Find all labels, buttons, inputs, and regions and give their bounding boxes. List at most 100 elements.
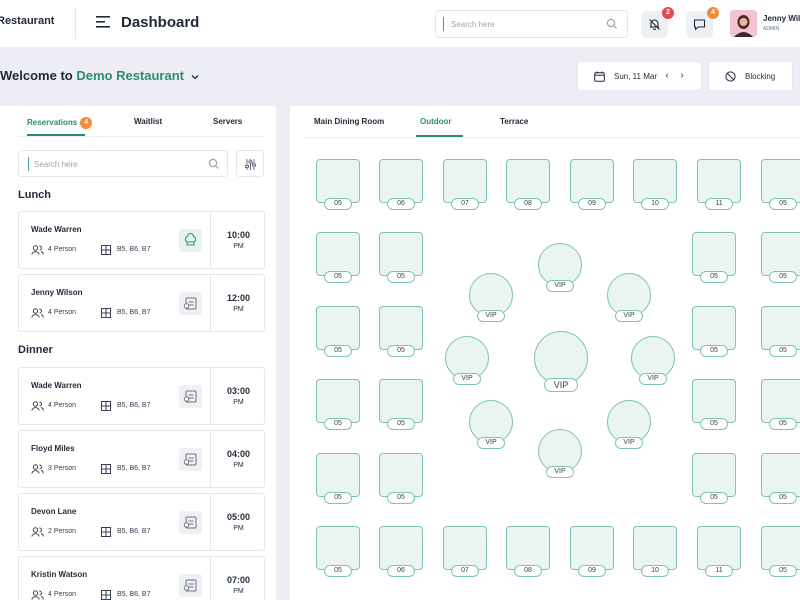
- table-square[interactable]: [379, 453, 423, 497]
- table-number: 05: [324, 418, 352, 430]
- table-number: 10: [641, 565, 669, 577]
- user-name[interactable]: Jenny Wil: [763, 14, 800, 23]
- table-number: 07: [451, 198, 479, 210]
- chevron-right-icon[interactable]: ›: [675, 69, 689, 83]
- table-number: 11: [705, 198, 733, 210]
- vip-label: VIP: [546, 466, 574, 478]
- chevron-down-icon[interactable]: [191, 73, 199, 81]
- user-avatar-icon: [730, 10, 757, 37]
- tab-waitlist[interactable]: Waitlist: [134, 117, 162, 126]
- reservation-ampm: PM: [233, 243, 244, 250]
- tab-reservations-label: Reservations: [27, 118, 78, 128]
- table-square[interactable]: [761, 159, 800, 203]
- table-number: 05: [700, 492, 728, 504]
- table-number: 05: [769, 271, 797, 283]
- table-square[interactable]: [316, 379, 360, 423]
- tab-main-dining-room[interactable]: Main Dining Room: [314, 117, 384, 126]
- floor-plan-panel: Main Dining Room Outdoor Terrace 05 06 07 0…: [290, 106, 800, 600]
- vip-table-center[interactable]: [534, 331, 588, 385]
- avatar[interactable]: [730, 10, 757, 37]
- reservation-ticket-icon: [183, 390, 197, 403]
- chevron-left-icon[interactable]: ‹: [660, 69, 674, 83]
- table-square[interactable]: [761, 453, 800, 497]
- reservation-search-input[interactable]: [34, 156, 194, 172]
- reservation-status-button[interactable]: [179, 574, 202, 597]
- current-date[interactable]: Sun, 11 Mar: [614, 72, 657, 81]
- table-square[interactable]: [316, 526, 360, 570]
- reservation-status-button[interactable]: [179, 385, 202, 408]
- reservation-time: 10:00: [226, 230, 251, 240]
- table-square[interactable]: [379, 232, 423, 276]
- guest-name: Floyd Miles: [31, 444, 75, 453]
- table-square[interactable]: [692, 453, 736, 497]
- blocking-button[interactable]: Blocking: [708, 61, 793, 91]
- header-search[interactable]: [435, 10, 628, 38]
- table-square[interactable]: [316, 453, 360, 497]
- assigned-tables: B5, B6, B7: [117, 402, 151, 409]
- table-square[interactable]: [443, 526, 487, 570]
- vip-label: VIP: [639, 373, 667, 385]
- reservation-card[interactable]: Devon Lane 2 Person B5, B6, B7 05:00 PM: [18, 493, 265, 551]
- table-square[interactable]: [316, 232, 360, 276]
- table-square[interactable]: [697, 526, 741, 570]
- table-square[interactable]: [761, 232, 800, 276]
- table-square[interactable]: [379, 306, 423, 350]
- party-size: 3 Person: [48, 465, 77, 472]
- search-icon[interactable]: [606, 18, 618, 30]
- reservations-count-badge: 4: [80, 117, 93, 129]
- reservation-status-button[interactable]: [179, 511, 202, 534]
- table-square[interactable]: [761, 379, 800, 423]
- reservation-time: 04:00: [226, 449, 251, 459]
- table-number: 08: [514, 198, 542, 210]
- reservation-time: 05:00: [226, 512, 251, 522]
- table-square[interactable]: [761, 526, 800, 570]
- table-number: 06: [387, 565, 415, 577]
- reservation-status-button[interactable]: [179, 229, 202, 252]
- table-square[interactable]: [443, 159, 487, 203]
- reservation-card[interactable]: Floyd Miles 3 Person B5, B6, B7 04:00 PM: [18, 430, 265, 488]
- table-grid-icon: [101, 527, 111, 537]
- table-square[interactable]: [506, 526, 550, 570]
- table-square[interactable]: [379, 526, 423, 570]
- tab-divider: [18, 136, 264, 137]
- tab-servers[interactable]: Servers: [213, 117, 242, 126]
- text-caret: [443, 17, 444, 31]
- tab-outdoor[interactable]: Outdoor: [420, 117, 452, 126]
- reservation-card[interactable]: Kristin Watson 4 Person B5, B6, B7 07:00…: [18, 556, 265, 600]
- table-square[interactable]: [761, 306, 800, 350]
- tab-reservations[interactable]: Reservations 4: [27, 117, 93, 129]
- notifications-button[interactable]: 2: [641, 7, 674, 38]
- reservation-card[interactable]: Jenny Wilson 4 Person B5, B6, B7 12:00 P…: [18, 274, 265, 332]
- header-search-input[interactable]: [451, 16, 601, 32]
- brand-name[interactable]: Restaurant: [0, 15, 54, 27]
- search-icon[interactable]: [208, 158, 220, 170]
- table-square[interactable]: [506, 159, 550, 203]
- restaurant-selector[interactable]: Demo Restaurant: [76, 68, 184, 83]
- messages-button[interactable]: 4: [686, 7, 719, 38]
- menu-icon[interactable]: [96, 16, 110, 28]
- reservation-status-button[interactable]: [179, 448, 202, 471]
- vip-label: VIP: [453, 373, 481, 385]
- table-square[interactable]: [633, 159, 677, 203]
- top-bar: Restaurant Dashboard 2 4: [0, 0, 800, 47]
- table-square[interactable]: [570, 159, 614, 203]
- tab-terrace[interactable]: Terrace: [500, 117, 528, 126]
- filter-button[interactable]: [236, 150, 264, 177]
- table-square[interactable]: [692, 232, 736, 276]
- table-square[interactable]: [692, 379, 736, 423]
- reservation-status-button[interactable]: [179, 292, 202, 315]
- table-square[interactable]: [570, 526, 614, 570]
- table-square[interactable]: [379, 159, 423, 203]
- reservation-card[interactable]: Wade Warren 4 Person B5, B6, B7 10:00 PM: [18, 211, 265, 269]
- table-square[interactable]: [316, 159, 360, 203]
- table-square[interactable]: [633, 526, 677, 570]
- table-square[interactable]: [697, 159, 741, 203]
- table-square[interactable]: [316, 306, 360, 350]
- reservation-card[interactable]: Wade Warren 4 Person B5, B6, B7 03:00 PM: [18, 367, 265, 425]
- table-square[interactable]: [692, 306, 736, 350]
- guest-name: Jenny Wilson: [31, 288, 83, 297]
- reservation-time: 12:00: [226, 293, 251, 303]
- reservation-search[interactable]: [18, 150, 228, 177]
- table-square[interactable]: [379, 379, 423, 423]
- bell-muted-icon: [649, 19, 660, 31]
